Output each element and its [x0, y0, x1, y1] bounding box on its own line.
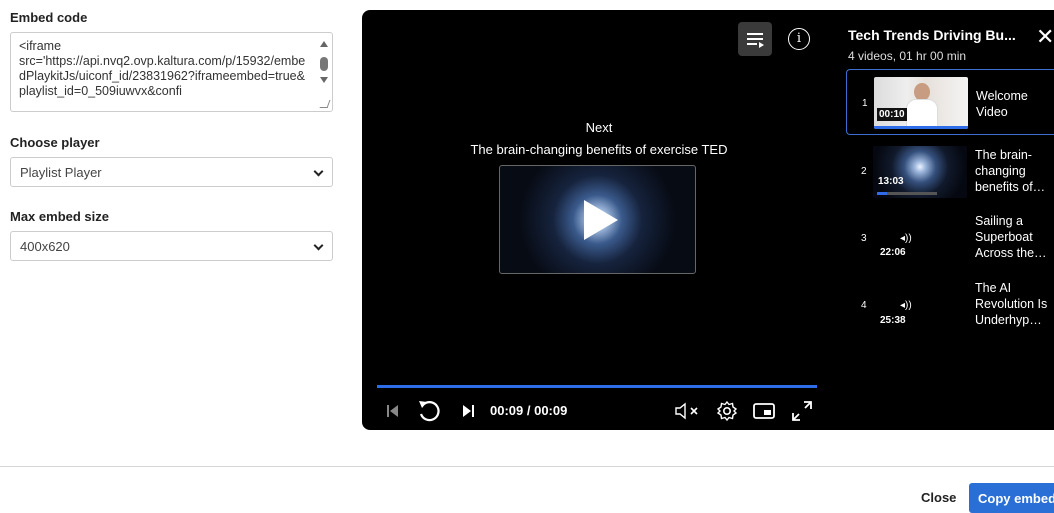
settings-gear-icon[interactable] — [716, 400, 738, 422]
scroll-up-icon[interactable] — [320, 41, 328, 47]
time-display: 00:09 / 00:09 — [490, 403, 568, 418]
playlist-item-number: 2 — [861, 166, 867, 177]
playlist-item-number: 3 — [861, 233, 867, 244]
embed-code-textarea[interactable]: <iframe src='https://api.nvq2.ovp.kaltur… — [10, 32, 333, 112]
playlist-title: Tech Trends Driving Bu... — [848, 27, 1016, 43]
next-icon[interactable] — [461, 403, 475, 419]
playlist-item[interactable]: 2 13:03 The brain-changing benefits of… — [846, 143, 1054, 209]
close-button[interactable]: Close — [921, 490, 956, 505]
footer-divider — [0, 466, 1054, 467]
audio-icon: ◂)) — [900, 233, 912, 244]
playlist-item-thumbnail: 13:03 — [873, 146, 967, 198]
mute-icon[interactable] — [674, 402, 702, 420]
playlist-item-number: 4 — [861, 300, 867, 311]
embed-code-label: Embed code — [10, 10, 88, 25]
resize-handle-icon[interactable] — [319, 100, 331, 108]
textarea-scrollbar[interactable] — [319, 41, 329, 101]
fullscreen-icon[interactable] — [790, 399, 814, 423]
next-video-title: The brain-changing benefits of exercise … — [470, 142, 728, 157]
previous-icon[interactable] — [386, 403, 400, 419]
player-select-value: Playlist Player — [20, 165, 102, 180]
chevron-down-icon — [313, 240, 324, 251]
duration-badge: 25:38 — [880, 315, 906, 326]
watched-progress — [877, 192, 887, 195]
next-label: Next — [585, 120, 613, 135]
progress-bar[interactable] — [377, 385, 817, 388]
playlist-icon — [747, 33, 764, 48]
playlist-item-title: Sailing a Superboat Across the… — [975, 214, 1047, 260]
replay-icon[interactable] — [416, 399, 442, 423]
playlist-item-title: The AI Revolution Is Underhyp… — [975, 281, 1048, 327]
play-icon[interactable] — [584, 200, 618, 240]
playlist-item-number: 1 — [862, 98, 868, 109]
playlist-item-title: Welcome Video — [976, 89, 1028, 119]
playlist-item[interactable]: 1 00:10 Welcome Video — [846, 69, 1054, 135]
close-icon[interactable]: ✕ — [1036, 26, 1054, 48]
video-player-preview: i Next The brain-changing benefits of ex… — [362, 10, 1054, 430]
playlist-item[interactable]: 3 ◂)) 22:06 Sailing a Superboat Across t… — [846, 210, 1054, 276]
presenter-body — [906, 99, 938, 129]
copy-embed-button[interactable]: Copy embed — [969, 483, 1054, 513]
next-video-thumbnail[interactable] — [499, 165, 696, 274]
embed-code-text: <iframe src='https://api.nvq2.ovp.kaltur… — [19, 39, 306, 98]
playlist-subtitle: 4 videos, 01 hr 00 min — [848, 49, 967, 63]
watched-progress — [874, 126, 968, 129]
embed-size-select[interactable]: 400x620 — [10, 231, 333, 261]
player-stage: i Next The brain-changing benefits of ex… — [362, 10, 836, 430]
playlist-panel: Tech Trends Driving Bu... 4 videos, 01 h… — [846, 10, 1054, 430]
player-controls: 00:09 / 00:09 — [362, 396, 836, 426]
info-icon[interactable]: i — [788, 28, 810, 50]
picture-in-picture-icon[interactable] — [752, 401, 776, 421]
chevron-down-icon — [313, 166, 324, 177]
duration-badge: 13:03 — [878, 176, 904, 187]
audio-icon: ◂)) — [900, 300, 912, 311]
playlist-item-thumbnail: 00:10 — [874, 77, 968, 129]
duration-badge: 22:06 — [880, 247, 906, 258]
playlist-toggle-button[interactable] — [738, 22, 772, 56]
embed-size-select-value: 400x620 — [20, 239, 70, 254]
scroll-thumb[interactable] — [320, 57, 328, 71]
duration-badge: 00:10 — [877, 108, 907, 121]
max-embed-size-label: Max embed size — [10, 209, 109, 224]
choose-player-label: Choose player — [10, 135, 100, 150]
playlist-item-title: The brain-changing benefits of… — [975, 148, 1046, 194]
player-select[interactable]: Playlist Player — [10, 157, 333, 187]
scroll-down-icon[interactable] — [320, 77, 328, 83]
playlist-item[interactable]: 4 ◂)) 25:38 The AI Revolution Is Underhy… — [846, 278, 1054, 344]
